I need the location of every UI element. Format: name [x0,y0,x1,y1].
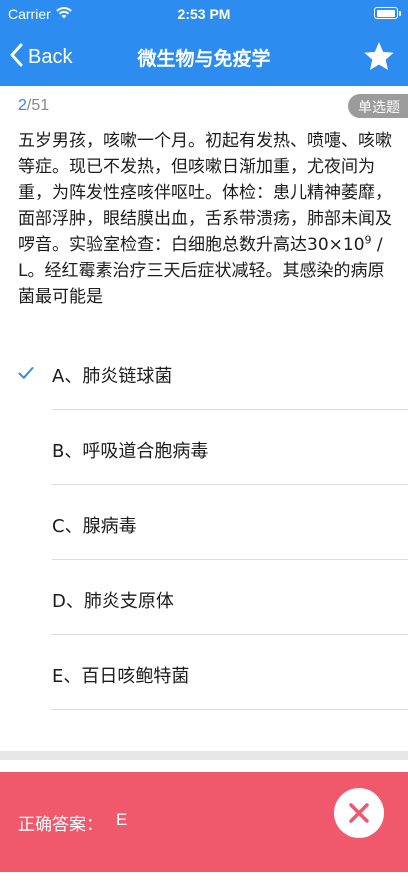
stem-superscript: 9 [364,233,372,247]
question-counter: 2/51 [18,97,49,115]
battery-icon [374,7,401,19]
answer-value: E [116,810,128,829]
current-index: 2 [18,97,27,114]
star-icon[interactable] [362,40,396,78]
question-stem: 五岁男孩，咳嗽一个月。初起有发热、喷嚏、咳嗽等症。现已不发热，但咳嗽日渐加重，尤… [18,128,394,310]
question-header: 2/51 单选题 [0,94,408,120]
section-divider [0,751,408,760]
option-label: C、腺病毒 [52,516,137,537]
option-label: D、肺炎支原体 [52,591,174,612]
option-a[interactable]: A、肺炎链球菌 [0,335,408,410]
status-bar: Carrier 2:53 PM [0,0,408,30]
close-icon [334,803,384,842]
answer-label: 正确答案： [18,815,103,835]
nav-bar: Back 微生物与免疫学 [0,30,408,86]
answer-bar: 正确答案： E [0,772,408,872]
option-label: B、呼吸道合胞病毒 [52,441,209,462]
status-time: 2:53 PM [177,6,231,22]
option-d[interactable]: D、肺炎支原体 [0,560,408,635]
divider [52,709,408,710]
option-b[interactable]: B、呼吸道合胞病毒 [0,410,408,485]
stem-text-before: 五岁男孩，咳嗽一个月。初起有发热、喷嚏、咳嗽等症。现已不发热，但咳嗽日渐加重，尤… [18,131,392,255]
option-c[interactable]: C、腺病毒 [0,485,408,560]
options-list: A、肺炎链球菌 B、呼吸道合胞病毒 C、腺病毒 D、肺炎支原体 E、百日咳鲍特菌 [0,335,408,710]
question-type-badge: 单选题 [348,94,408,118]
total-count: /51 [26,97,50,114]
option-label: A、肺炎链球菌 [52,366,173,387]
close-button[interactable] [334,788,384,838]
option-label: E、百日咳鲍特菌 [52,666,190,687]
option-e[interactable]: E、百日咳鲍特菌 [0,635,408,710]
page-title: 微生物与免疫学 [137,48,271,70]
checkmark-icon [18,361,34,385]
